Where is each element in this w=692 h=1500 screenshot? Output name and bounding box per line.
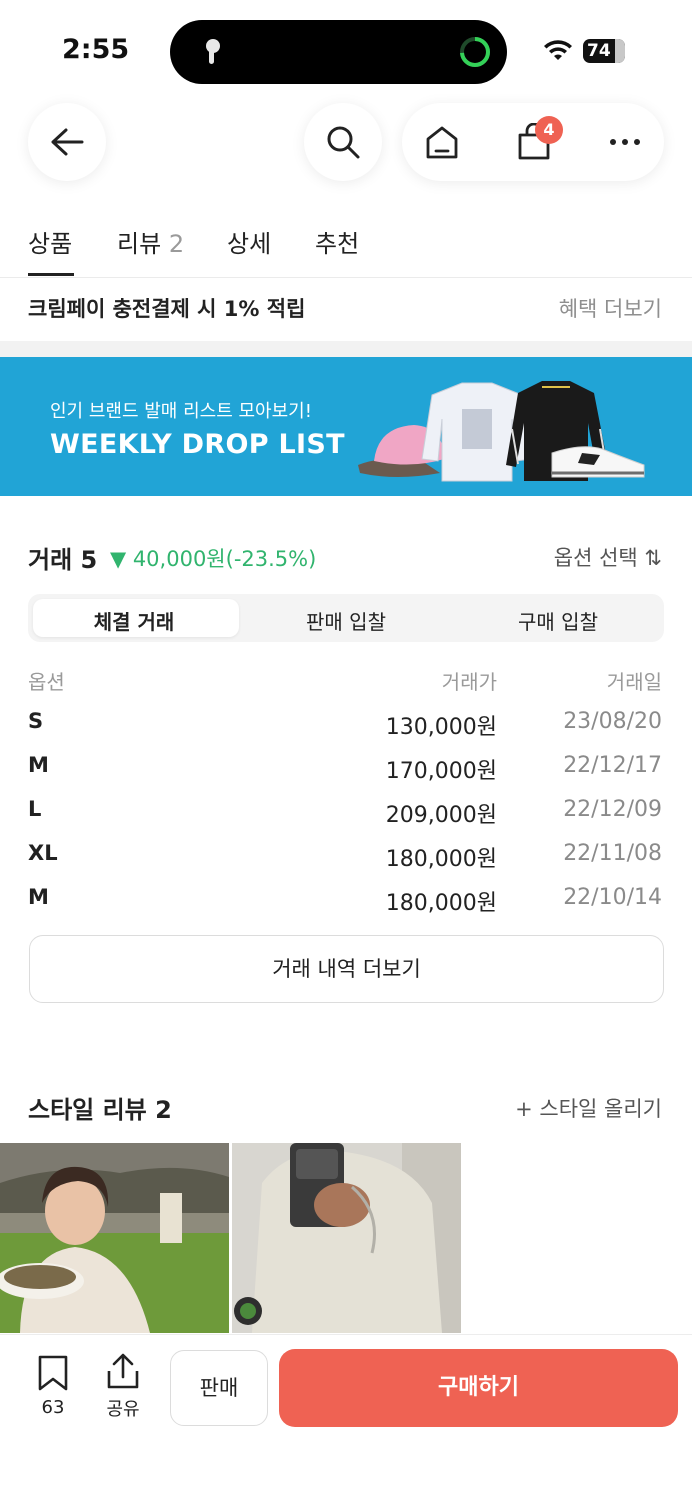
more-horizontal-icon: [610, 139, 640, 145]
row-date: 23/08/20: [563, 709, 662, 734]
share-label: 공유: [106, 1399, 140, 1420]
column-header-date: 거래일: [606, 670, 662, 694]
style-photo-image: [232, 1143, 461, 1333]
back-button[interactable]: [28, 103, 106, 181]
banner-subtitle: 인기 브랜드 발매 리스트 모아보기!: [50, 401, 312, 422]
segment-buy-bids[interactable]: 구매 입찰: [452, 606, 664, 635]
style-review-title: 스타일 리뷰 2: [28, 1096, 172, 1124]
bottom-action-bar: 63 공유 판매 구매하기: [0, 1334, 692, 1500]
table-row: XL 180,000원 22/11/08: [0, 841, 692, 885]
more-button[interactable]: [605, 122, 645, 162]
bookmark-count: 63: [41, 1397, 65, 1418]
row-price: 209,000원: [385, 803, 497, 828]
style-photo-image: [0, 1143, 229, 1333]
battery-ring-icon: [460, 37, 490, 67]
bookmark-icon: [38, 1355, 68, 1391]
tab-product[interactable]: 상품: [28, 224, 72, 259]
airpods-icon: [206, 39, 220, 64]
arrow-left-icon: [51, 128, 84, 156]
section-divider: [0, 341, 692, 357]
status-bar: 2:55 74: [0, 0, 692, 100]
trade-history-more-button[interactable]: 거래 내역 더보기: [29, 935, 664, 1003]
table-row: L 209,000원 22/12/09: [0, 797, 692, 841]
home-button[interactable]: [422, 122, 462, 162]
active-tab-indicator: [28, 273, 74, 276]
row-option: XL: [28, 841, 58, 865]
sell-button[interactable]: 판매: [170, 1350, 268, 1426]
row-option: L: [28, 797, 42, 821]
promo-text: 크림페이 충전결제 시 1% 적립: [28, 297, 306, 321]
row-price: 170,000원: [385, 759, 497, 784]
tab-label: 상품: [28, 230, 73, 258]
banner-products-illustration: [358, 381, 645, 482]
row-price: 180,000원: [385, 891, 497, 916]
column-header-price: 거래가: [441, 670, 497, 694]
battery-level: 74: [587, 41, 611, 61]
status-time: 2:55: [62, 34, 130, 65]
nav-actions-group: [402, 103, 664, 181]
promo-row[interactable]: 크림페이 충전결제 시 1% 적립 혜택 더보기: [0, 279, 692, 341]
benefit-more-link[interactable]: 혜택 더보기: [559, 293, 662, 323]
row-date: 22/12/09: [563, 797, 662, 822]
tab-count: 2: [168, 230, 185, 258]
share-button[interactable]: 공유: [102, 1353, 144, 1421]
battery-indicator: 74: [583, 39, 625, 63]
banner-title: WEEKLY DROP LIST: [50, 429, 345, 460]
row-option: M: [28, 885, 49, 909]
product-tabs: 상품 리뷰 2 상세 추천: [0, 210, 692, 278]
buy-button[interactable]: 구매하기: [279, 1349, 678, 1427]
search-icon: [327, 126, 360, 159]
table-row: M 170,000원 22/12/17: [0, 753, 692, 797]
segment-completed-trades[interactable]: 체결 거래: [28, 606, 240, 635]
row-date: 22/12/17: [563, 753, 662, 778]
tab-detail[interactable]: 상세: [227, 224, 271, 259]
price-change: ▼ 40,000원(-23.5%): [110, 547, 317, 571]
row-price: 180,000원: [385, 847, 497, 872]
share-icon: [107, 1353, 139, 1389]
tab-review[interactable]: 리뷰 2: [117, 224, 184, 259]
table-row: S 130,000원 23/08/20: [0, 709, 692, 753]
trade-title: 거래 5: [28, 546, 98, 574]
segment-sell-bids[interactable]: 판매 입찰: [240, 606, 452, 635]
row-price: 130,000원: [385, 715, 497, 740]
bookmark-button[interactable]: 63: [36, 1355, 70, 1418]
column-header-option: 옵션: [28, 670, 65, 694]
option-select-button[interactable]: 옵션 선택 ⇅: [554, 542, 662, 572]
trade-type-segmented-control: 체결 거래 판매 입찰 구매 입찰: [28, 594, 664, 642]
dynamic-island: [170, 20, 507, 84]
row-date: 22/10/14: [563, 885, 662, 910]
row-option: M: [28, 753, 49, 777]
style-photo-1[interactable]: [0, 1143, 229, 1333]
style-photo-2[interactable]: [232, 1143, 461, 1333]
tab-label: 추천: [315, 230, 360, 258]
table-row: M 180,000원 22/10/14: [0, 885, 692, 929]
row-date: 22/11/08: [563, 841, 662, 866]
tab-recommend[interactable]: 추천: [315, 224, 359, 259]
tab-label: 상세: [227, 230, 272, 258]
cart-count-badge: 4: [535, 116, 563, 144]
promo-banner[interactable]: 인기 브랜드 발매 리스트 모아보기! WEEKLY DROP LIST: [0, 357, 692, 496]
search-button[interactable]: [304, 103, 382, 181]
wifi-icon: [544, 40, 572, 60]
style-upload-link[interactable]: + 스타일 올리기: [515, 1093, 662, 1123]
row-option: S: [28, 709, 44, 733]
tab-label: 리뷰: [117, 230, 162, 258]
home-icon: [426, 126, 458, 159]
